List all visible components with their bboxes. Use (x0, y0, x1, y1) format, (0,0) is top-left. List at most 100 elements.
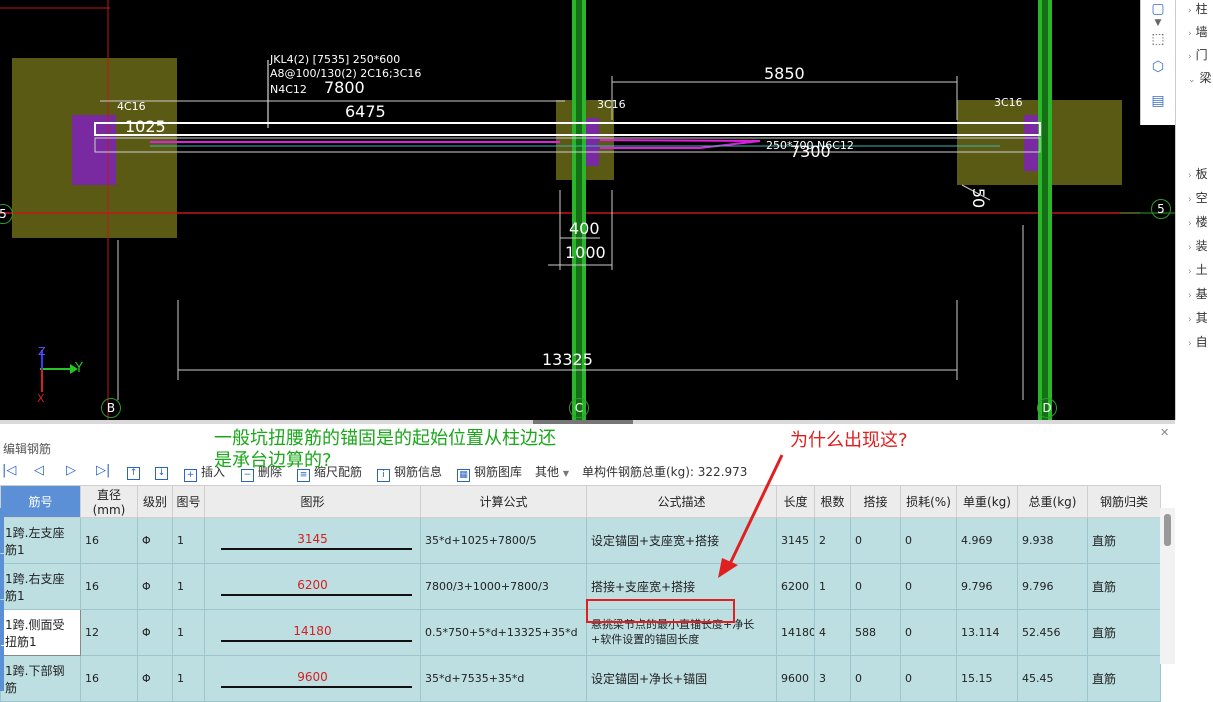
cell-unit-weight[interactable]: 13.114 (956, 609, 1018, 656)
row-indicator[interactable] (0, 508, 4, 553)
tree-item-slab[interactable]: › 板 (1188, 165, 1208, 182)
cell-shape[interactable]: 3145 (204, 517, 421, 564)
col-header[interactable]: 钢筋归类 (1087, 485, 1161, 518)
col-header[interactable]: 根数 (814, 485, 851, 518)
axis-bubble-c[interactable]: C (569, 398, 589, 418)
cell-unit-weight[interactable]: 15.15 (956, 655, 1018, 702)
cell-name[interactable]: 1跨.侧面受扭筋1 (0, 609, 81, 656)
cad-canvas[interactable]: JKL4(2) [7535] 250*600 A8@100/130(2) 2C1… (0, 0, 1175, 420)
cell-figure[interactable]: 1 (172, 609, 205, 656)
cell-category[interactable]: 直筋 (1087, 655, 1161, 702)
cell-figure[interactable]: 1 (172, 563, 205, 610)
cell-category[interactable]: 直筋 (1087, 609, 1161, 656)
axis-bubble-d[interactable]: D (1037, 398, 1057, 418)
col-header[interactable]: 直径(mm) (80, 485, 138, 518)
cell-grade[interactable]: Φ (137, 517, 173, 564)
cell-lap[interactable]: 0 (850, 655, 901, 702)
cell-count[interactable]: 2 (814, 517, 851, 564)
tree-item-custom[interactable]: › 自 (1188, 333, 1208, 350)
last-record-icon[interactable]: ▷| (96, 463, 110, 478)
col-header[interactable]: 损耗(%) (900, 485, 957, 518)
cell-total-weight[interactable]: 45.45 (1017, 655, 1088, 702)
select-region-icon[interactable]: ⬚ (1148, 30, 1168, 48)
tree-item-space[interactable]: › 空 (1188, 189, 1208, 206)
cell-figure[interactable]: 1 (172, 655, 205, 702)
row-indicator[interactable] (0, 646, 4, 691)
tree-item-stair[interactable]: › 楼 (1188, 213, 1208, 230)
col-header[interactable]: 级别 (137, 485, 173, 518)
cell-lap[interactable]: 0 (850, 517, 901, 564)
cell-grade[interactable]: Φ (137, 609, 173, 656)
cell-diameter[interactable]: 12 (80, 609, 138, 656)
col-header[interactable]: 图号 (172, 485, 205, 518)
cell-formula[interactable]: 7800/3+1000+7800/3 (420, 563, 587, 610)
cell-category[interactable]: 直筋 (1087, 517, 1161, 564)
table-row[interactable]: 1跨.右支座筋1 16 Φ 1 6200 7800/3+1000+7800/3 … (0, 563, 1161, 610)
row-indicator[interactable] (0, 554, 4, 599)
cell-formula[interactable]: 35*d+1025+7800/5 (420, 517, 587, 564)
cell-unit-weight[interactable]: 4.969 (956, 517, 1018, 564)
cell-unit-weight[interactable]: 9.796 (956, 563, 1018, 610)
cell-total-weight[interactable]: 9.796 (1017, 563, 1088, 610)
panel-splitter[interactable] (0, 420, 1175, 424)
first-record-icon[interactable]: |◁ (2, 463, 16, 478)
cell-lap[interactable]: 0 (850, 563, 901, 610)
col-header[interactable]: 总重(kg) (1017, 485, 1088, 518)
cell-name[interactable]: 1跨.下部钢筋 (0, 655, 81, 702)
cell-description[interactable]: 设定锚固+净长+锚固 (586, 655, 777, 702)
col-header[interactable]: 筋号 (0, 485, 81, 518)
tree-item-other[interactable]: › 其 (1188, 309, 1208, 326)
row-indicator[interactable] (0, 600, 4, 645)
cell-shape[interactable]: 6200 (204, 563, 421, 610)
axis-bubble-b[interactable]: B (101, 398, 121, 418)
cell-diameter[interactable]: 16 (80, 563, 138, 610)
col-header[interactable]: 计算公式 (420, 485, 587, 518)
cell-grade[interactable]: Φ (137, 655, 173, 702)
table-row[interactable]: 1跨.下部钢筋 16 Φ 1 9600 35*d+7535+35*d 设定锚固+… (0, 655, 1161, 702)
cell-formula[interactable]: 0.5*750+5*d+13325+35*d (420, 609, 587, 656)
tree-item-column[interactable]: › 柱 (1188, 0, 1208, 17)
cell-name[interactable]: 1跨.右支座筋1 (0, 563, 81, 610)
cell-loss[interactable]: 0 (900, 517, 957, 564)
cell-length[interactable]: 14180 (776, 609, 815, 656)
cell-category[interactable]: 直筋 (1087, 563, 1161, 610)
table-scrollbar[interactable] (1160, 508, 1175, 664)
table-row[interactable]: 1跨.左支座筋1 16 Φ 1 3145 35*d+1025+7800/5 设定… (0, 517, 1161, 564)
table-row[interactable]: 1跨.侧面受扭筋1 12 Φ 1 14180 0.5*750+5*d+13325… (0, 609, 1161, 656)
close-icon[interactable]: ✕ (1160, 426, 1169, 439)
cell-total-weight[interactable]: 52.456 (1017, 609, 1088, 656)
col-header[interactable]: 搭接 (850, 485, 901, 518)
cell-diameter[interactable]: 16 (80, 517, 138, 564)
col-header[interactable]: 单重(kg) (956, 485, 1018, 518)
cell-total-weight[interactable]: 9.938 (1017, 517, 1088, 564)
cell-shape[interactable]: 9600 (204, 655, 421, 702)
scrollbar-thumb[interactable] (1164, 514, 1171, 546)
col-header[interactable]: 图形 (204, 485, 421, 518)
cell-count[interactable]: 1 (814, 563, 851, 610)
move-up-icon[interactable]: ↑ (127, 463, 144, 480)
tree-item-decor[interactable]: › 装 (1188, 237, 1208, 254)
tree-item-foundation[interactable]: › 基 (1188, 285, 1208, 302)
document-view-icon[interactable]: ▤ (1148, 92, 1168, 110)
cell-formula[interactable]: 35*d+7535+35*d (420, 655, 587, 702)
cell-loss[interactable]: 0 (900, 609, 957, 656)
tree-item-earth[interactable]: › 土 (1188, 261, 1208, 278)
cell-length[interactable]: 9600 (776, 655, 815, 702)
cell-loss[interactable]: 0 (900, 563, 957, 610)
3d-box-icon[interactable]: ⬡ (1148, 58, 1168, 76)
cell-grade[interactable]: Φ (137, 563, 173, 610)
prev-record-icon[interactable]: ◁ (34, 463, 44, 478)
cell-figure[interactable]: 1 (172, 517, 205, 564)
tree-item-wall[interactable]: › 墙 (1188, 23, 1208, 40)
tree-item-door[interactable]: › 门 (1188, 46, 1208, 63)
next-record-icon[interactable]: ▷ (66, 463, 76, 478)
cell-name[interactable]: 1跨.左支座筋1 (0, 517, 81, 564)
splitter-grip[interactable] (533, 420, 633, 424)
tree-item-beam[interactable]: ⌄ 梁 (1188, 69, 1212, 86)
cell-count[interactable]: 3 (814, 655, 851, 702)
cell-count[interactable]: 4 (814, 609, 851, 656)
axis-bubble-5-right[interactable]: 5 (1151, 199, 1171, 219)
cell-loss[interactable]: 0 (900, 655, 957, 702)
move-down-icon[interactable]: ↓ (155, 463, 172, 480)
cell-lap[interactable]: 588 (850, 609, 901, 656)
